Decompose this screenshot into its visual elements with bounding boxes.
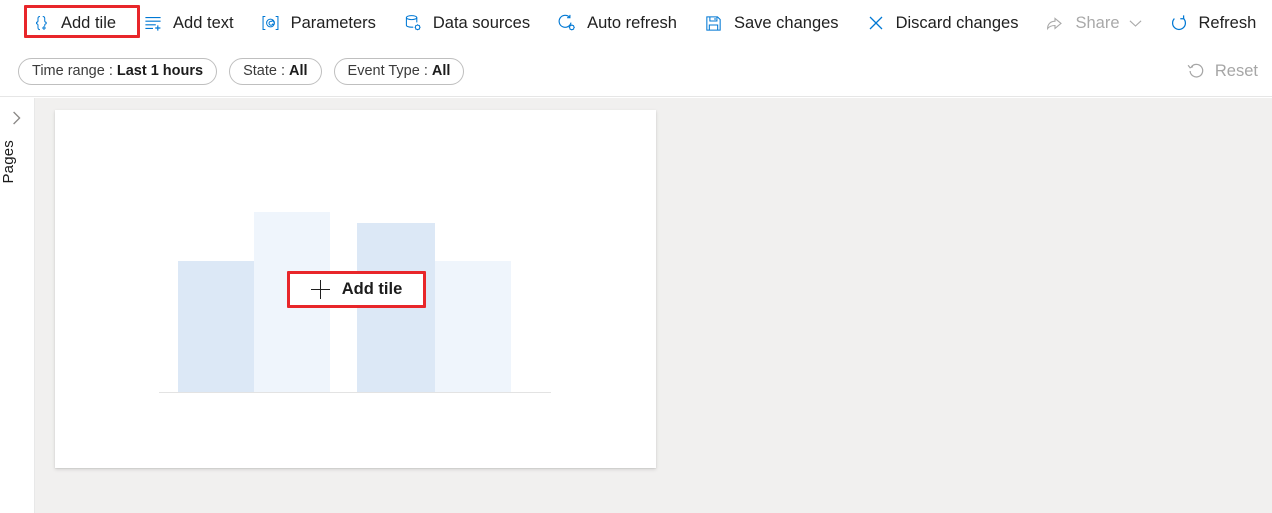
share-icon bbox=[1044, 12, 1066, 34]
discard-icon bbox=[865, 12, 887, 34]
filter-pill-value: All bbox=[289, 62, 308, 79]
auto-refresh-icon bbox=[556, 12, 578, 34]
toolbar-auto-refresh-button[interactable]: Auto refresh bbox=[550, 7, 683, 39]
refresh-icon bbox=[1168, 12, 1190, 34]
tile-card: Add tile bbox=[55, 110, 656, 468]
add-text-icon bbox=[142, 12, 164, 34]
toolbar-item-label: Data sources bbox=[432, 13, 531, 32]
toolbar-refresh-button[interactable]: Refresh bbox=[1162, 7, 1263, 39]
toolbar-data-sources-button[interactable]: Data sources bbox=[396, 7, 536, 39]
chevron-down-icon bbox=[1129, 19, 1142, 28]
chart-bar bbox=[178, 261, 254, 392]
reset-label: Reset bbox=[1214, 61, 1258, 80]
filter-pill-key: Time range : bbox=[32, 62, 113, 79]
add-tile-button[interactable]: Add tile bbox=[287, 271, 426, 308]
filter-pill-time-range[interactable]: Time range : Last 1 hours bbox=[18, 57, 218, 85]
toolbar-add-tile-button[interactable]: Add tile bbox=[24, 7, 122, 39]
toolbar-item-label: Discard changes bbox=[895, 13, 1019, 32]
save-icon bbox=[703, 12, 725, 34]
toolbar-item-label: Add tile bbox=[61, 13, 117, 32]
toolbar-share-button[interactable]: Share bbox=[1038, 7, 1147, 39]
toolbar-item-label: Refresh bbox=[1198, 13, 1257, 32]
toolbar-parameters-button[interactable]: Parameters bbox=[254, 7, 382, 39]
filter-pill-value: All bbox=[431, 62, 451, 79]
parameters-icon bbox=[260, 12, 282, 34]
undo-icon bbox=[1185, 60, 1207, 82]
toolbar-item-label: Add text bbox=[173, 13, 234, 32]
toolbar-add-text-button[interactable]: Add text bbox=[136, 7, 240, 39]
workbook-canvas: Add tile bbox=[35, 98, 1272, 513]
toolbar-item-label: Parameters bbox=[290, 13, 376, 32]
chart-axis-line bbox=[159, 392, 551, 393]
pages-rail[interactable]: Pages bbox=[0, 98, 35, 513]
toolbar-item-label: Save changes bbox=[733, 13, 839, 32]
add-tile-button-label: Add tile bbox=[341, 280, 403, 299]
filter-pill-state[interactable]: State : All bbox=[229, 57, 322, 85]
toolbar-save-changes-button[interactable]: Save changes bbox=[697, 7, 845, 39]
toolbar-item-label: Auto refresh bbox=[587, 13, 677, 32]
chart-bar bbox=[435, 261, 511, 392]
chevron-right-icon[interactable] bbox=[9, 110, 25, 126]
filter-pill-value: Last 1 hours bbox=[116, 62, 204, 79]
toolbar: Add tile Add text Parameters Data source… bbox=[0, 0, 1272, 46]
plus-icon bbox=[310, 280, 330, 299]
filter-pill-key: Event Type : bbox=[347, 62, 428, 79]
filter-pill-key: State : bbox=[243, 62, 285, 79]
reset-button[interactable]: Reset bbox=[1185, 56, 1258, 86]
filter-bar: Time range : Last 1 hours State : All Ev… bbox=[0, 46, 1272, 97]
toolbar-item-label: Share bbox=[1075, 13, 1120, 32]
data-sources-icon bbox=[402, 12, 424, 34]
filter-pill-event-type[interactable]: Event Type : All bbox=[333, 57, 465, 85]
add-tile-icon bbox=[30, 12, 52, 34]
toolbar-discard-changes-button[interactable]: Discard changes bbox=[859, 7, 1025, 39]
workbook-editor: Add tile Add text Parameters Data source… bbox=[0, 0, 1272, 513]
pages-rail-label: Pages bbox=[0, 140, 17, 184]
